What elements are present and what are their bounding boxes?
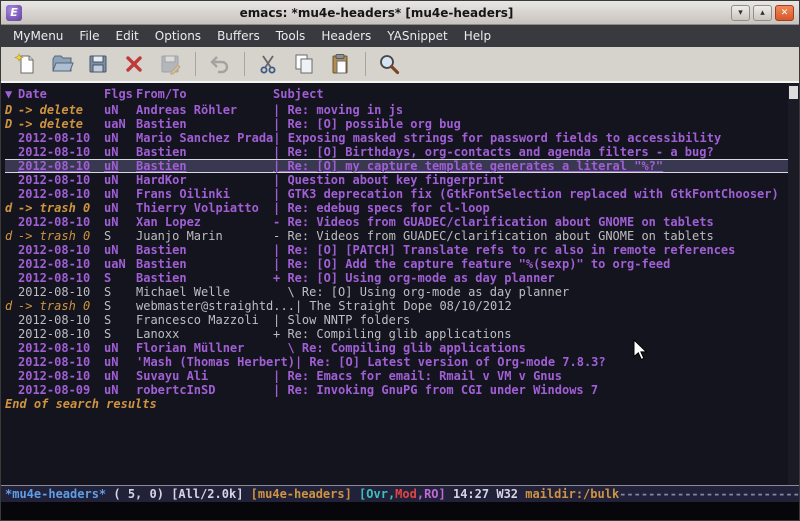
message-row[interactable]: 2012-08-10uNFlorian Müllner \ Re: Compil… [5, 341, 799, 355]
window-controls: ▾ ▴ ✕ [731, 5, 794, 21]
scrollbar-track[interactable] [788, 83, 799, 485]
close-buffer-icon [122, 52, 146, 76]
menu-yasnippet[interactable]: YASnippet [379, 27, 456, 45]
end-of-results-text: End of search results [5, 397, 799, 411]
message-row[interactable]: d-> trash 0Swebmaster@straightd...| The … [5, 299, 799, 313]
save-button[interactable] [83, 50, 113, 78]
modeline-time: 14:27 [453, 487, 496, 501]
menu-buffers[interactable]: Buffers [209, 27, 268, 45]
message-row[interactable]: 2012-08-10uNMario Sanchez Prada| Exposin… [5, 131, 799, 145]
undo-button[interactable] [204, 50, 234, 78]
message-row[interactable]: D-> deleteuaNBastien| Re: [O] possible o… [5, 117, 799, 131]
toolbar-separator [365, 52, 366, 76]
toolbar-separator [244, 52, 245, 76]
message-row[interactable]: D-> deleteuNAndreas Röhler| Re: moving i… [5, 103, 799, 117]
scrollbar-thumb[interactable] [789, 86, 798, 99]
message-row[interactable]: 2012-08-10uN'Mash (Thomas Herbert)| Re: … [5, 355, 799, 369]
new-file-button[interactable] [11, 50, 41, 78]
message-row[interactable]: 2012-08-09uNrobertcInSD| Re: Invoking Gn… [5, 383, 799, 397]
copy-icon [292, 52, 316, 76]
emacs-icon: E [6, 5, 22, 21]
message-row[interactable]: 2012-08-10SMichael Welle \ Re: [O] Using… [5, 285, 799, 299]
column-date[interactable]: Date [18, 86, 104, 103]
menu-file[interactable]: File [71, 27, 107, 45]
column-subject[interactable]: Subject [273, 86, 324, 103]
close-buffer-button[interactable] [119, 50, 149, 78]
copy-button[interactable] [289, 50, 319, 78]
search-button[interactable] [374, 50, 404, 78]
paste-button[interactable] [325, 50, 355, 78]
message-row[interactable]: d-> trash 0SJuanjo Marin- Re: Videos fro… [5, 229, 799, 243]
mu4e-headers-buffer[interactable]: ▼ Date Flgs From/To Subject D-> deleteuN… [1, 83, 799, 485]
column-from[interactable]: From/To [136, 86, 273, 103]
window-title: emacs: *mu4e-headers* [mu4e-headers] [22, 6, 731, 20]
new-file-icon [14, 52, 38, 76]
minimize-button[interactable]: ▾ [731, 5, 750, 21]
modeline-position: ( 5, 0) [106, 487, 171, 501]
mode-line: *mu4e-headers* ( 5, 0) [All/2.0k] [mu4e-… [1, 485, 799, 502]
menu-bar: MyMenuFileEditOptionsBuffersToolsHeaders… [1, 25, 799, 47]
menu-help[interactable]: Help [456, 27, 499, 45]
message-row[interactable]: d-> trash 0uNThierry Volpiatto| Re: edeb… [5, 201, 799, 215]
emacs-window: E emacs: *mu4e-headers* [mu4e-headers] ▾… [0, 0, 800, 521]
menu-headers[interactable]: Headers [313, 27, 379, 45]
menu-edit[interactable]: Edit [108, 27, 147, 45]
toolbar-separator [195, 52, 196, 76]
menu-mymenu[interactable]: MyMenu [5, 27, 71, 45]
titlebar[interactable]: E emacs: *mu4e-headers* [mu4e-headers] ▾… [1, 1, 799, 25]
menu-tools[interactable]: Tools [268, 27, 314, 45]
paste-icon [328, 52, 352, 76]
message-row[interactable]: 2012-08-10uaNBastien| Re: [O] Add the ca… [5, 257, 799, 271]
open-file-button[interactable] [47, 50, 77, 78]
modeline-size: [All/2.0k] [171, 487, 250, 501]
modeline-filler: ----------------------------------------… [619, 487, 799, 501]
open-folder-icon [50, 52, 74, 76]
maximize-button[interactable]: ▴ [753, 5, 772, 21]
message-row[interactable]: 2012-08-10uNBastien| Re: [O] [PATCH] Tra… [5, 243, 799, 257]
toolbar [1, 47, 799, 83]
message-row[interactable]: 2012-08-10uNHardKor| Question about key … [5, 173, 799, 187]
modeline-overwrite-flag: [Ovr, [359, 487, 395, 501]
save-as-button[interactable] [155, 50, 185, 78]
cut-icon [256, 52, 280, 76]
close-button[interactable]: ✕ [775, 5, 794, 21]
undo-icon [207, 52, 231, 76]
message-row[interactable]: 2012-08-10uNXan Lopez- Re: Videos from G… [5, 215, 799, 229]
column-flags[interactable]: Flgs [104, 86, 136, 103]
modeline-readonly-flag: ,RO] [417, 487, 453, 501]
message-list: D-> deleteuNAndreas Röhler| Re: moving i… [5, 103, 799, 397]
modeline-buffer-name: *mu4e-headers* [5, 487, 106, 501]
header-line[interactable]: ▼ Date Flgs From/To Subject [5, 86, 799, 103]
message-row[interactable]: 2012-08-10SFrancesco Mazzoli| Slow NNTP … [5, 313, 799, 327]
sort-indicator[interactable]: ▼ [5, 86, 18, 103]
message-row[interactable]: 2012-08-10uNFrans Oilinki| GTK3 deprecat… [5, 187, 799, 201]
modeline-modified-flag: Mod [395, 487, 417, 501]
message-row[interactable]: 2012-08-10SBastien+ Re: [O] Using org-mo… [5, 271, 799, 285]
message-row[interactable]: 2012-08-10uNBastien| Re: [O] Birthdays, … [5, 145, 799, 159]
minibuffer[interactable] [1, 502, 799, 520]
search-icon [377, 52, 401, 76]
message-row-current[interactable]: 2012-08-10uNBastien| Re: [O] my capture … [5, 159, 799, 173]
mouse-cursor [633, 339, 649, 361]
message-row[interactable]: 2012-08-10uNSuvayu Ali| Re: Emacs for em… [5, 369, 799, 383]
modeline-maildir: maildir:/bulk [525, 487, 619, 501]
modeline-window-id: W32 [496, 487, 525, 501]
cut-button[interactable] [253, 50, 283, 78]
message-row[interactable]: 2012-08-10SLanoxx+ Re: Compiling glib ap… [5, 327, 799, 341]
save-icon [86, 52, 110, 76]
save-as-icon [158, 52, 182, 76]
menu-options[interactable]: Options [147, 27, 209, 45]
modeline-major-mode: [mu4e-headers] [251, 487, 359, 501]
